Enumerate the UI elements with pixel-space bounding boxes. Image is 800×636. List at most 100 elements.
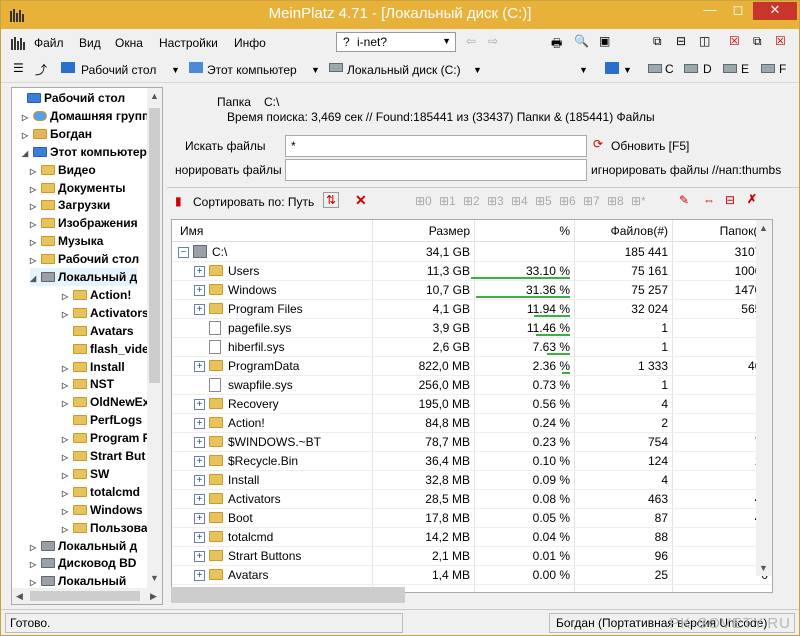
tree-hscroll-thumb[interactable] (30, 591, 140, 601)
disk-icon[interactable]: ▣ (599, 34, 610, 48)
tree-item[interactable]: ▷ Пользова (62, 519, 148, 537)
file-grid[interactable]: Имя Размер % Файлов(#) Папок(#) − C:\ 34,1… (171, 219, 773, 593)
tree-item[interactable]: ▷ Action! (62, 286, 131, 304)
tree-item[interactable]: ▷ NST (62, 375, 114, 393)
expand-icon[interactable]: + (194, 418, 205, 429)
table-row[interactable]: +Activators28,5 MB0.08 %46343 (172, 490, 772, 509)
tree-item[interactable]: ▷ Install (62, 358, 125, 376)
restore-doc-icon[interactable]: ⧉ (753, 34, 762, 49)
address-computer[interactable]: Этот компьютер (207, 63, 297, 77)
cascade-icon[interactable]: ⧉ (653, 34, 662, 49)
expand-icon[interactable]: + (194, 532, 205, 543)
tile-horizontal-icon[interactable]: ⊟ (676, 34, 686, 48)
tree-item[interactable]: ▷ Дисковод BD (30, 554, 136, 572)
scroll-up-icon[interactable]: ▲ (756, 220, 771, 236)
drive-d-label[interactable]: D (703, 62, 712, 76)
net-combo[interactable]: ? i-net? ▼ (336, 32, 456, 52)
print-icon[interactable]: 🖶 (551, 34, 562, 55)
tree-item[interactable]: ▷ Документы (30, 179, 125, 197)
tree-item[interactable]: ▷ Activators (62, 304, 149, 322)
tree-item[interactable]: ▷ Windows (62, 501, 143, 519)
search-icon[interactable]: 🔍 (574, 34, 589, 48)
ignore-files-input[interactable] (285, 159, 587, 181)
expand-icon[interactable]: + (194, 437, 205, 448)
tree-item[interactable]: ▷ SW (62, 465, 109, 483)
menu-view[interactable]: Вид (79, 36, 101, 50)
menu-info[interactable]: Инфо (234, 36, 266, 50)
minimize-button[interactable]: — (697, 2, 723, 20)
tree-item[interactable]: Рабочий стол (16, 89, 125, 107)
expand-icon[interactable]: + (194, 266, 205, 277)
grid-vscrollbar[interactable]: ▲ ▼ (756, 220, 772, 576)
drive-e-label[interactable]: E (741, 62, 749, 76)
list-view-icon[interactable]: ☰ (13, 61, 24, 75)
expand-icon[interactable]: + (194, 494, 205, 505)
scroll-up-icon[interactable]: ▲ (147, 88, 162, 104)
table-row[interactable]: + Program Files 4,1 GB 11.94 % 32 024 5656 (172, 300, 772, 319)
tree-vscrollbar[interactable]: ▲ ▼ (147, 88, 162, 588)
level-6-icon[interactable]: ⊞6 (559, 194, 576, 208)
table-row[interactable]: +Install32,8 MB0.09 %40 (172, 471, 772, 490)
tree-item[interactable]: ▷ Локальный д (30, 537, 137, 555)
col-name[interactable]: Имя (180, 224, 203, 238)
table-row[interactable]: +Recovery195,0 MB0.56 %42 (172, 395, 772, 414)
level-all-icon[interactable]: ⊞* (631, 194, 646, 208)
close-all-icon[interactable]: ☒ (775, 34, 786, 48)
table-row[interactable]: hiberfil.sys2,6 GB7.63 %10 (172, 338, 772, 357)
expanded-arrow-icon[interactable]: ◢ (30, 270, 38, 288)
table-row[interactable]: − C:\ 34,1 GB 185 441 31075 (172, 243, 772, 262)
collapse-icon[interactable]: − (178, 247, 189, 258)
expand-icon[interactable]: + (194, 551, 205, 562)
forward-icon[interactable]: ⇨ (488, 34, 498, 48)
level-0-icon[interactable]: ⊞0 (415, 194, 432, 208)
level-3-icon[interactable]: ⊞3 (487, 194, 504, 208)
tree-item[interactable]: ▷ totalcmd (62, 483, 140, 501)
close-button[interactable]: ✕ (753, 2, 797, 20)
tree-item[interactable]: ▷ Видео (30, 161, 96, 179)
tree-item[interactable]: ◢ Локальный д (30, 268, 138, 288)
table-row[interactable]: + Windows 10,7 GB 31.36 % 75 257 14702 (172, 281, 772, 300)
close-tool-icon[interactable]: ✗ (747, 192, 757, 206)
menu-windows[interactable]: Окна (115, 36, 143, 50)
tree-item[interactable]: PerfLogs (62, 411, 142, 429)
folder-tree[interactable]: Рабочий стол ▷ Домашняя групп ▷ Богдан ◢ Этот … (11, 87, 163, 605)
tree-item[interactable]: Avatars (62, 322, 134, 340)
table-row[interactable]: +Boot17,8 MB0.05 %8742 (172, 509, 772, 528)
chevron-down-icon[interactable]: ▼ (171, 65, 180, 75)
scroll-down-icon[interactable]: ▼ (147, 570, 162, 586)
table-row[interactable]: pagefile.sys3,9 GB11.46 %10 (172, 319, 772, 338)
scroll-left-icon[interactable]: ◀ (12, 588, 27, 604)
table-row[interactable]: swapfile.sys256,0 MB0.73 %10 (172, 376, 772, 395)
table-row[interactable]: +ProgramData822,0 MB2.36 %1 333462 (172, 357, 772, 376)
tree-item[interactable]: ▷ Загрузки (30, 196, 110, 214)
table-row[interactable]: +Strart Buttons2,1 MB0.01 %960 (172, 547, 772, 566)
col-size[interactable]: Размер (422, 224, 470, 238)
chevron-down-icon[interactable]: ▼ (579, 65, 588, 75)
tree-item[interactable]: ▷ Рабочий стол (30, 250, 139, 268)
tree-item[interactable]: ▷ Музыка (30, 232, 103, 250)
expand-icon[interactable]: + (194, 513, 205, 524)
chevron-down-icon[interactable]: ▼ (473, 65, 482, 75)
scroll-down-icon[interactable]: ▼ (756, 560, 771, 576)
tree-item[interactable]: ▷ Домашняя групп (22, 107, 149, 125)
tree-item[interactable]: ▷ Изображения (30, 214, 138, 232)
drive-f-icon[interactable] (761, 64, 775, 73)
level-5-icon[interactable]: ⊞5 (535, 194, 552, 208)
tree-hscrollbar[interactable]: ◀ ▶ (12, 588, 162, 604)
drive-d-icon[interactable] (684, 64, 698, 73)
drive-e-icon[interactable] (723, 64, 737, 73)
level-4-icon[interactable]: ⊞4 (511, 194, 528, 208)
drive-f-label[interactable]: F (779, 62, 786, 76)
tree-item[interactable]: flash_vide (62, 340, 149, 358)
table-row[interactable]: +$WINDOWS.~BT78,7 MB0.23 %75473 (172, 433, 772, 452)
level-8-icon[interactable]: ⊞8 (607, 194, 624, 208)
monitor-icon[interactable] (605, 62, 619, 74)
level-2-icon[interactable]: ⊞2 (463, 194, 480, 208)
menu-app-icon[interactable] (11, 36, 25, 53)
brush-icon[interactable]: ✎ (679, 193, 689, 207)
tree-item[interactable]: ▷ OldNewEx (62, 393, 149, 411)
swap-icon[interactable]: ⇔ (703, 193, 715, 207)
expand-icon[interactable]: + (194, 399, 205, 410)
menu-file[interactable]: Файл (34, 36, 64, 50)
back-icon[interactable]: ⇦ (466, 34, 476, 48)
